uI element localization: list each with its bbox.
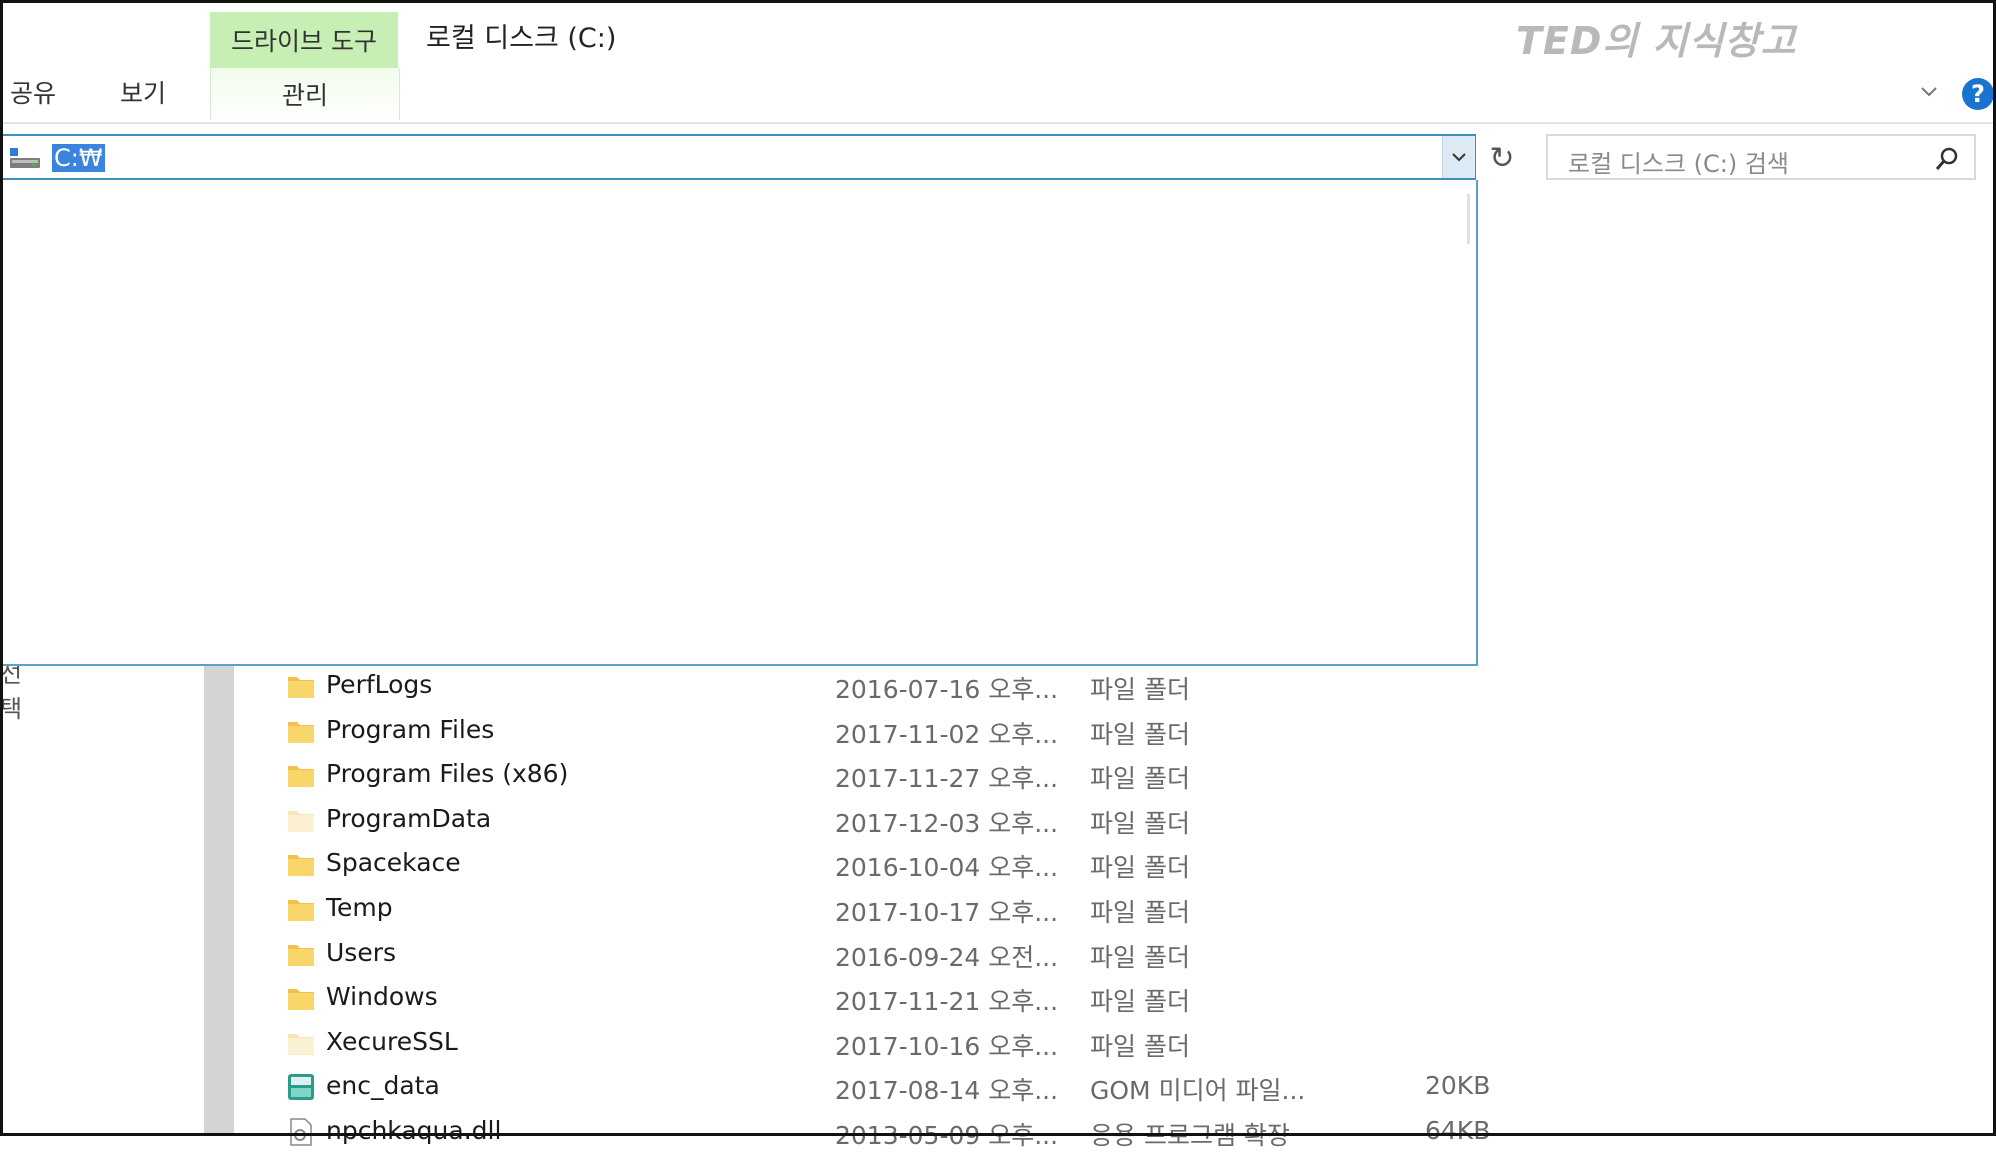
file-type: 파일 폴더 bbox=[1090, 897, 1190, 927]
file-date-modified: 2017-08-14 오후... bbox=[835, 1076, 1059, 1106]
address-history-dropdown bbox=[0, 180, 1478, 666]
dropdown-scroll-thumb[interactable] bbox=[1467, 194, 1470, 244]
file-name: Users bbox=[326, 937, 397, 967]
file-name: npchkaqua.dll bbox=[326, 1115, 502, 1145]
search-placeholder: 로컬 디스크 (C:) 검색 bbox=[1568, 150, 1790, 178]
ribbon-expand-chevron-icon[interactable] bbox=[1918, 80, 1940, 102]
media-file-icon bbox=[286, 1072, 316, 1102]
folder-icon bbox=[286, 760, 316, 790]
file-type: 파일 폴더 bbox=[1090, 987, 1190, 1017]
watermark: TED의 지식창고 bbox=[1516, 19, 1797, 63]
file-row[interactable]: ProgramData 2017-12-03 오후... 파일 폴더 bbox=[280, 798, 1500, 843]
file-date-modified: 2017-10-17 오후... bbox=[835, 897, 1059, 927]
file-size: 20KB bbox=[1425, 1071, 1491, 1101]
drive-icon bbox=[8, 146, 42, 170]
file-date-modified: 2017-10-16 오후... bbox=[835, 1031, 1059, 1061]
file-date-modified: 2016-10-04 오후... bbox=[835, 853, 1059, 883]
file-date-modified: 2017-11-27 오후... bbox=[835, 764, 1059, 794]
drive-tools-tab-group: 드라이브 도구 bbox=[210, 12, 398, 68]
file-type: GOM 미디어 파일... bbox=[1090, 1076, 1306, 1106]
file-list: PerfLogs 2016-07-16 오후... 파일 폴더 Program Fil… bbox=[280, 664, 1500, 1155]
folder-icon bbox=[286, 671, 316, 701]
file-date-modified: 2017-11-02 오후... bbox=[835, 719, 1059, 749]
file-date-modified: 2013-05-09 오후... bbox=[835, 1120, 1059, 1150]
file-row[interactable]: Temp 2017-10-17 오후... 파일 폴더 bbox=[280, 887, 1500, 932]
refresh-button[interactable]: ↻ bbox=[1482, 138, 1522, 178]
tab-view[interactable]: 보기 bbox=[120, 74, 166, 110]
tab-manage[interactable]: 관리 bbox=[210, 68, 400, 120]
address-dropdown-button[interactable] bbox=[1442, 136, 1475, 178]
file-row[interactable]: Windows 2017-11-21 오후... 파일 폴더 bbox=[280, 976, 1500, 1021]
refresh-icon: ↻ bbox=[1489, 140, 1515, 176]
dropdown-scrollbar[interactable] bbox=[1452, 180, 1476, 664]
file-row[interactable]: Spacekace 2016-10-04 오후... 파일 폴더 bbox=[280, 842, 1500, 887]
file-name: XecureSSL bbox=[326, 1026, 458, 1056]
file-type: 파일 폴더 bbox=[1090, 719, 1190, 749]
file-name: Spacekace bbox=[326, 848, 461, 878]
file-row[interactable]: PerfLogs 2016-07-16 오후... 파일 폴더 bbox=[280, 664, 1500, 709]
help-icon[interactable]: ? bbox=[1962, 78, 1994, 110]
file-type: 파일 폴더 bbox=[1090, 764, 1190, 794]
dll-file-icon bbox=[286, 1117, 316, 1147]
tab-share[interactable]: 공유 bbox=[10, 74, 56, 110]
file-name: ProgramData bbox=[326, 803, 492, 833]
search-icon[interactable] bbox=[1934, 146, 1960, 172]
file-size: 64KB bbox=[1425, 1115, 1491, 1145]
folder-icon bbox=[286, 716, 316, 746]
file-type: 파일 폴더 bbox=[1090, 675, 1190, 704]
chevron-down-icon bbox=[1452, 153, 1466, 162]
file-type: 파일 폴더 bbox=[1090, 853, 1190, 883]
file-type: 파일 폴더 bbox=[1090, 942, 1190, 972]
address-input[interactable]: C:₩ bbox=[52, 144, 105, 172]
search-input[interactable]: 로컬 디스크 (C:) 검색 bbox=[1546, 134, 1976, 180]
file-type: 응용 프로그램 확장 bbox=[1090, 1120, 1290, 1150]
address-bar[interactable]: C:₩ bbox=[0, 134, 1476, 180]
file-name: enc_data bbox=[326, 1071, 440, 1101]
folder-faded-icon bbox=[286, 1028, 316, 1058]
file-date-modified: 2017-11-21 오후... bbox=[835, 987, 1059, 1017]
file-type: 파일 폴더 bbox=[1090, 808, 1190, 838]
folder-icon bbox=[286, 894, 316, 924]
file-row[interactable]: npchkaqua.dll 2013-05-09 오후... 응용 프로그램 확장 6… bbox=[280, 1110, 1500, 1155]
file-name: Windows bbox=[326, 982, 438, 1012]
file-row[interactable]: enc_data 2017-08-14 오후... GOM 미디어 파일... 20K… bbox=[280, 1065, 1500, 1110]
window-title: 로컬 디스크 (C:) bbox=[426, 23, 617, 54]
file-date-modified: 2016-07-16 오후... bbox=[835, 675, 1059, 704]
file-name: Program Files bbox=[326, 714, 495, 744]
file-name: Temp bbox=[326, 892, 393, 922]
file-date-modified: 2016-09-24 오전... bbox=[835, 942, 1059, 972]
file-date-modified: 2017-12-03 오후... bbox=[835, 808, 1059, 838]
file-name: Program Files (x86) bbox=[326, 759, 569, 789]
folder-icon bbox=[286, 849, 316, 879]
file-row[interactable]: Program Files (x86) 2017-11-27 오후... 파일 폴더 bbox=[280, 753, 1500, 798]
file-row[interactable]: XecureSSL 2017-10-16 오후... 파일 폴더 bbox=[280, 1021, 1500, 1066]
ribbon: 드라이브 도구 관리 로컬 디스크 (C:) 공유 보기 TED의 지식창고 ? bbox=[0, 0, 1996, 124]
file-name: PerfLogs bbox=[326, 670, 433, 699]
file-row[interactable]: Users 2016-09-24 오전... 파일 폴더 bbox=[280, 932, 1500, 977]
pane-divider[interactable] bbox=[204, 640, 234, 1136]
file-type: 파일 폴더 bbox=[1090, 1031, 1190, 1061]
folder-icon bbox=[286, 939, 316, 969]
file-row[interactable]: Program Files 2017-11-02 오후... 파일 폴더 bbox=[280, 709, 1500, 754]
folder-faded-icon bbox=[286, 805, 316, 835]
folder-icon bbox=[286, 983, 316, 1013]
